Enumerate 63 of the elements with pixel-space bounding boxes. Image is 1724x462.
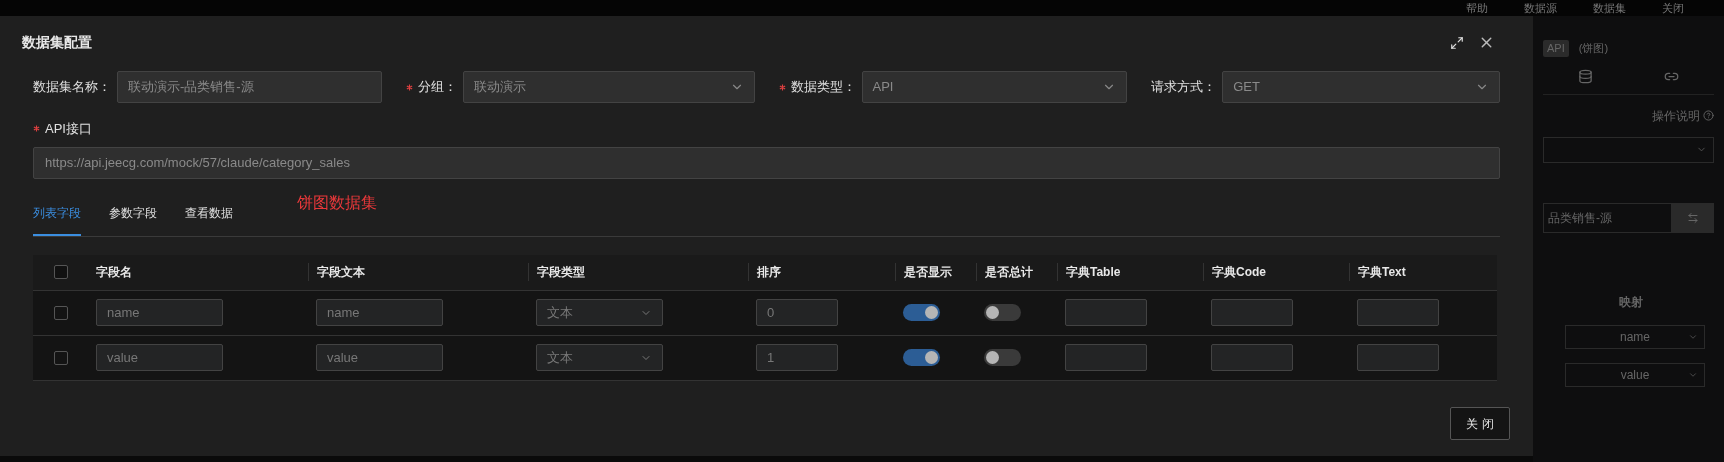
swap-button[interactable] [1672, 202, 1714, 233]
database-icon[interactable] [1578, 68, 1594, 84]
input-field[interactable]: name [96, 299, 223, 326]
input-field[interactable] [1357, 344, 1439, 371]
input-field[interactable]: 联动演示-品类销售-源 [117, 71, 382, 103]
toggle-switch[interactable] [984, 304, 1021, 321]
dialog-title: 数据集配置 [22, 33, 92, 52]
column-header: 字段名 [96, 264, 132, 281]
toolbar-link[interactable]: 帮助 [1466, 2, 1488, 14]
select-field[interactable]: 文本 [536, 299, 663, 326]
input-field[interactable]: 0 [756, 299, 838, 326]
tab[interactable]: 查看数据 [185, 203, 233, 236]
input-field[interactable]: value [96, 344, 223, 371]
tab[interactable]: 列表字段 [33, 203, 81, 236]
toggle-switch[interactable] [903, 349, 940, 366]
input-field[interactable]: name [316, 299, 443, 326]
column-header: 字典Table [1066, 264, 1121, 281]
select-field[interactable]: GET [1222, 71, 1500, 103]
swap-arrows-icon [1687, 211, 1699, 224]
toolbar-link[interactable]: 数据源 [1524, 2, 1557, 14]
column-header: 排序 [757, 264, 781, 281]
input-field[interactable] [1211, 299, 1293, 326]
select-field[interactable]: 联动演示 [462, 71, 755, 103]
column-header: 字段类型 [537, 264, 585, 281]
toggle-switch[interactable] [903, 304, 940, 321]
column-header: 是否显示 [904, 264, 952, 281]
close-button[interactable]: 关 闭 [1450, 407, 1510, 440]
tab[interactable]: 参数字段 [109, 203, 157, 236]
select-field[interactable] [1543, 136, 1714, 163]
column-header: 是否总计 [985, 264, 1033, 281]
help-link[interactable]: 操作说明 [1652, 106, 1700, 125]
select-field[interactable]: name [1565, 324, 1705, 349]
form-label: 数据集名称： [33, 78, 111, 97]
column-header: 字段文本 [317, 264, 365, 281]
input-field[interactable] [1211, 344, 1293, 371]
toolbar-link[interactable]: 数据集 [1593, 2, 1626, 14]
select-field[interactable]: API [861, 71, 1128, 103]
input-field[interactable]: value [316, 344, 443, 371]
form-label: API接口 [45, 120, 92, 138]
chart-note: 饼图数据集 [297, 192, 377, 213]
checkbox[interactable] [53, 265, 68, 279]
tag: API [1543, 40, 1569, 57]
form-label: 数据类型： [790, 78, 856, 97]
form-label: 请求方式： [1151, 78, 1217, 97]
toggle-switch[interactable] [984, 349, 1021, 366]
fullscreen-icon[interactable] [1450, 35, 1464, 50]
checkbox[interactable] [53, 305, 68, 320]
input-field[interactable] [1357, 299, 1439, 326]
input-field[interactable]: 1 [756, 344, 838, 371]
checkbox[interactable] [53, 350, 68, 365]
select-field[interactable]: 文本 [536, 344, 663, 371]
column-header: 字典Code [1212, 264, 1266, 281]
input-field[interactable] [1065, 344, 1147, 371]
select-field[interactable]: value [1565, 362, 1705, 387]
form-label: 分组： [417, 78, 457, 97]
help-icon [1703, 110, 1714, 121]
input-field[interactable]: 品类销售-源 [1543, 202, 1672, 233]
column-header: 字典Text [1358, 264, 1406, 281]
input-field[interactable] [1065, 299, 1147, 326]
toolbar-link[interactable]: 关闭 [1662, 2, 1684, 14]
input-field[interactable]: https://api.jeecg.com/mock/57/claude/category_sales [33, 146, 1500, 179]
column-header: 映射 [1619, 293, 1644, 311]
chart-type-label: (饼图) [1578, 41, 1609, 56]
